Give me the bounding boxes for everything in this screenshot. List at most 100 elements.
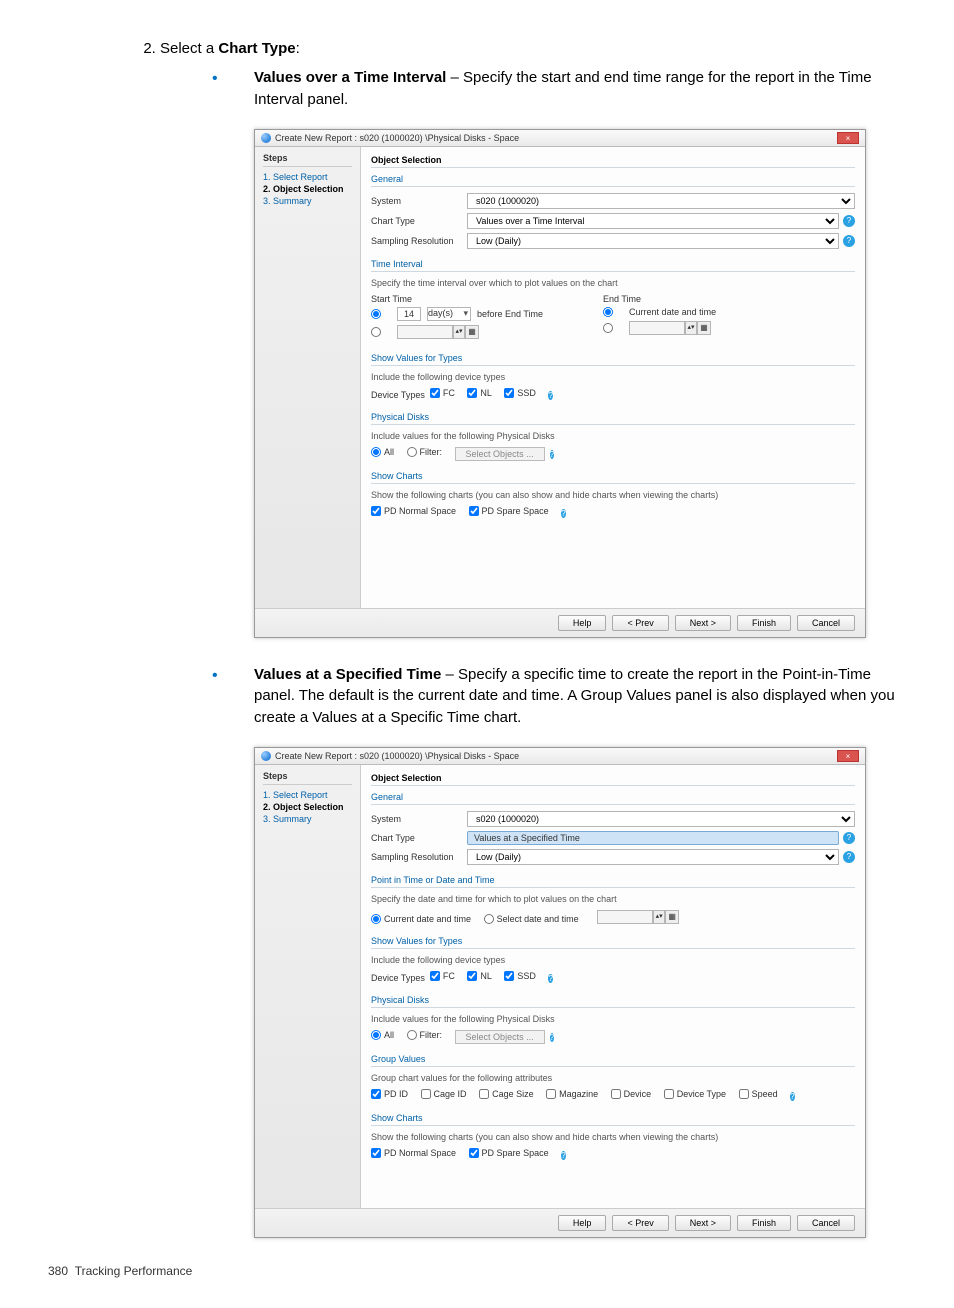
spinner-icon[interactable]: ▴▾ — [653, 910, 665, 924]
bullet-values-at-time: Values at a Specified Time – Specify a s… — [206, 664, 906, 729]
end-current-radio[interactable] — [603, 307, 613, 317]
bullet1-term: Values over a Time Interval — [254, 69, 446, 86]
checkbox-pd-normal[interactable]: PD Normal Space — [371, 506, 456, 516]
section-show-charts: Show Charts Show the following charts (y… — [371, 471, 855, 520]
checkbox-cageid[interactable]: Cage ID — [421, 1089, 467, 1099]
checkbox-fc[interactable]: FC — [430, 971, 455, 981]
checkbox-nl[interactable]: NL — [467, 971, 492, 981]
label-sampling: Sampling Resolution — [371, 852, 461, 862]
wizard-step-3[interactable]: 3. Summary — [263, 813, 352, 825]
checkbox-pd-spare[interactable]: PD Spare Space — [469, 506, 549, 516]
section-physical-disks-head: Physical Disks — [371, 995, 855, 1008]
help-icon[interactable]: ? — [550, 450, 554, 459]
checkbox-pd-normal[interactable]: PD Normal Space — [371, 1148, 456, 1158]
wizard-step-1[interactable]: 1. Select Report — [263, 789, 352, 801]
wizard-steps-sidebar: Steps 1. Select Report 2. Object Selecti… — [255, 147, 361, 608]
wizard-step-2[interactable]: 2. Object Selection — [263, 183, 352, 195]
content-header: Object Selection — [371, 773, 855, 786]
section-show-values: Show Values for Types Include the follow… — [371, 353, 855, 402]
help-icon[interactable]: ? — [843, 851, 855, 863]
help-icon[interactable]: ? — [790, 1092, 794, 1101]
wizard-step-3[interactable]: 3. Summary — [263, 195, 352, 207]
prev-button[interactable]: < Prev — [612, 1215, 668, 1231]
section-pit-desc: Specify the date and time for which to p… — [371, 894, 855, 904]
section-physical-disks: Physical Disks Include values for the fo… — [371, 995, 855, 1044]
start-absolute-radio[interactable] — [371, 327, 381, 337]
radio-pit-current[interactable]: Current date and time — [371, 914, 471, 924]
cancel-button[interactable]: Cancel — [797, 615, 855, 631]
content-header: Object Selection — [371, 155, 855, 168]
sampling-select[interactable]: Low (Daily) — [467, 849, 839, 865]
start-value-spinner[interactable]: 14 — [397, 307, 421, 321]
calendar-icon[interactable]: ▦ — [465, 325, 479, 339]
checkbox-device-type[interactable]: Device Type — [664, 1089, 726, 1099]
label-system: System — [371, 814, 461, 824]
end-absolute-radio[interactable] — [603, 323, 613, 333]
wizard-step-1[interactable]: 1. Select Report — [263, 171, 352, 183]
calendar-icon[interactable]: ▦ — [665, 910, 679, 924]
wizard-steps-sidebar: Steps 1. Select Report 2. Object Selecti… — [255, 765, 361, 1208]
checkbox-cagesize[interactable]: Cage Size — [479, 1089, 534, 1099]
help-icon[interactable]: ? — [843, 215, 855, 227]
section-group-values: Group Values Group chart values for the … — [371, 1054, 855, 1103]
close-icon[interactable]: × — [837, 750, 859, 762]
calendar-icon[interactable]: ▦ — [697, 321, 711, 335]
checkbox-pd-spare[interactable]: PD Spare Space — [469, 1148, 549, 1158]
start-relative-radio[interactable] — [371, 309, 381, 319]
chart-type-select-highlighted[interactable]: Values at a Specified Time — [467, 831, 839, 845]
help-icon[interactable]: ? — [561, 509, 565, 518]
radio-filter[interactable]: Filter: — [407, 447, 443, 457]
finish-button[interactable]: Finish — [737, 615, 791, 631]
checkbox-fc[interactable]: FC — [430, 388, 455, 398]
select-objects-button[interactable]: Select Objects ... — [455, 1030, 545, 1044]
checkbox-ssd[interactable]: SSD — [504, 388, 536, 398]
sampling-select[interactable]: Low (Daily) — [467, 233, 839, 249]
checkbox-magazine[interactable]: Magazine — [546, 1089, 598, 1099]
section-show-charts-desc: Show the following charts (you can also … — [371, 490, 855, 500]
checkbox-speed[interactable]: Speed — [739, 1089, 778, 1099]
prev-button[interactable]: < Prev — [612, 615, 668, 631]
finish-button[interactable]: Finish — [737, 1215, 791, 1231]
section-show-values-head: Show Values for Types — [371, 936, 855, 949]
cancel-button[interactable]: Cancel — [797, 1215, 855, 1231]
section-general: General System s020 (1000020) Chart Type… — [371, 174, 855, 249]
radio-all[interactable]: All — [371, 447, 394, 457]
help-icon[interactable]: ? — [548, 974, 552, 983]
close-icon[interactable]: × — [837, 132, 859, 144]
help-icon[interactable]: ? — [843, 235, 855, 247]
start-unit-select[interactable]: day(s) — [427, 307, 471, 321]
checkbox-ssd[interactable]: SSD — [504, 971, 536, 981]
help-icon[interactable]: ? — [550, 1033, 554, 1042]
section-show-charts-desc: Show the following charts (you can also … — [371, 1132, 855, 1142]
spinner-icon[interactable]: ▴▾ — [685, 321, 697, 335]
end-current-label: Current date and time — [629, 307, 716, 317]
radio-all[interactable]: All — [371, 1030, 394, 1040]
spinner-icon[interactable]: ▴▾ — [453, 325, 465, 339]
section-show-charts-head: Show Charts — [371, 1113, 855, 1126]
section-group-values-desc: Group chart values for the following att… — [371, 1073, 855, 1083]
radio-pit-select[interactable]: Select date and time — [484, 914, 579, 924]
section-general-head: General — [371, 174, 855, 187]
checkbox-pdid[interactable]: PD ID — [371, 1089, 408, 1099]
help-icon[interactable]: ? — [843, 832, 855, 844]
chart-type-select[interactable]: Values over a Time Interval — [467, 213, 839, 229]
checkbox-device[interactable]: Device — [611, 1089, 652, 1099]
help-icon[interactable]: ? — [561, 1151, 565, 1160]
label-system: System — [371, 196, 461, 206]
wizard-step-2[interactable]: 2. Object Selection — [263, 801, 352, 813]
help-button[interactable]: Help — [558, 615, 607, 631]
radio-filter[interactable]: Filter: — [407, 1030, 443, 1040]
next-button[interactable]: Next > — [675, 615, 731, 631]
help-icon[interactable]: ? — [548, 391, 552, 400]
end-date-field[interactable] — [629, 321, 685, 335]
select-objects-button[interactable]: Select Objects ... — [455, 447, 545, 461]
next-button[interactable]: Next > — [675, 1215, 731, 1231]
start-date-field[interactable] — [397, 325, 453, 339]
help-button[interactable]: Help — [558, 1215, 607, 1231]
pit-date-field[interactable] — [597, 910, 653, 924]
system-select[interactable]: s020 (1000020) — [467, 811, 855, 827]
system-select[interactable]: s020 (1000020) — [467, 193, 855, 209]
dialog-create-report-interval: Create New Report : s020 (1000020) \Phys… — [254, 129, 866, 638]
checkbox-nl[interactable]: NL — [467, 388, 492, 398]
label-sampling: Sampling Resolution — [371, 236, 461, 246]
